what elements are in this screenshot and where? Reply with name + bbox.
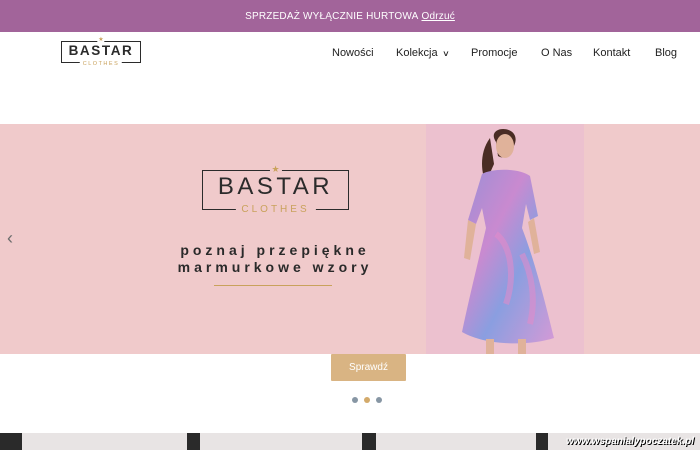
product-thumbnail[interactable] <box>200 433 362 450</box>
gold-divider <box>214 285 332 286</box>
hero-tagline-line2: marmurkowe wzory <box>177 259 373 275</box>
nav-item-kontakt[interactable]: Kontakt <box>593 46 630 60</box>
site-logo[interactable]: ★ BASTAR CLOTHES <box>61 37 141 67</box>
hero-model-image <box>426 124 584 354</box>
notice-text: SPRZEDAŻ WYŁĄCZNIE HURTOWA <box>245 10 419 22</box>
star-icon: ★ <box>269 164 282 174</box>
nav-item-nowosci[interactable]: Nowości <box>332 46 374 60</box>
wholesale-notice-bar: SPRZEDAŻ WYŁĄCZNIE HURTOWA Odrzuć <box>0 0 700 32</box>
nav-label: Kolekcja <box>396 47 438 59</box>
check-button[interactable]: Sprawdź <box>331 354 406 381</box>
slide-dot-1[interactable] <box>352 397 358 403</box>
chevron-down-icon: ∨ <box>441 48 450 58</box>
hero-logo-sub: CLOTHES <box>235 204 316 215</box>
nav-label: Nowości <box>332 47 374 59</box>
hero-slider: ‹ ★ BASTAR CLOTHES poznaj przepiękne mar… <box>0 124 700 354</box>
nav-label: Kontakt <box>593 47 631 59</box>
logo-sub: CLOTHES <box>79 61 123 67</box>
nav-item-promocje[interactable]: Promocje <box>471 46 517 60</box>
hero-tagline-line1: poznaj przepiękne <box>180 242 370 258</box>
hero-logo: ★ BASTAR CLOTHES <box>202 164 349 215</box>
model-dress-illustration <box>462 128 554 354</box>
product-thumbnail[interactable] <box>22 433 187 450</box>
slide-dot-3[interactable] <box>376 397 382 403</box>
nav-label: Blog <box>655 47 678 59</box>
slider-pagination <box>352 397 382 403</box>
nav-item-kolekcja[interactable]: Kolekcja ∨ <box>396 46 450 60</box>
chevron-left-icon[interactable]: ‹ <box>7 228 13 249</box>
hero-logo-word: BASTAR <box>217 173 334 200</box>
nav-item-blog[interactable]: Blog <box>655 46 677 60</box>
product-thumbnail[interactable] <box>376 433 536 450</box>
star-icon: ★ <box>97 37 105 44</box>
slide-dot-2[interactable] <box>364 397 370 403</box>
nav-item-o-nas[interactable]: O Nas <box>541 46 572 60</box>
logo-word: BASTAR <box>68 43 134 58</box>
nav-label: Promocje <box>471 47 518 59</box>
dismiss-link[interactable]: Odrzuć <box>421 11 454 22</box>
site-header: ★ BASTAR CLOTHES Nowości Kolekcja ∨ Prom… <box>0 32 700 74</box>
watermark-text: www.wspanialypoczatek.pl <box>566 436 694 447</box>
nav-label: O Nas <box>541 47 573 59</box>
